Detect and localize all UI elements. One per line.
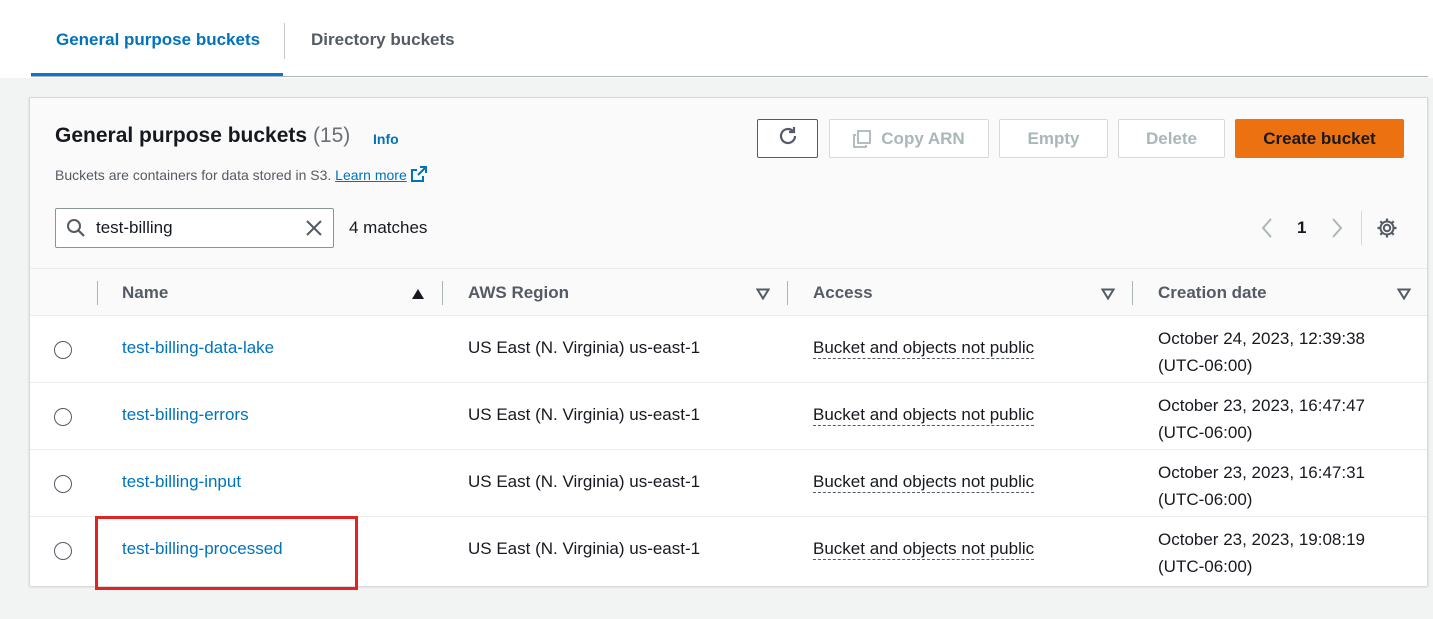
bucket-name-link[interactable]: test-billing-input — [122, 472, 241, 492]
bucket-creation-date: October 24, 2023, 12:39:38 (UTC-06:00) — [1158, 325, 1365, 379]
creation-date-timezone: (UTC-06:00) — [1158, 490, 1253, 509]
delete-button[interactable]: Delete — [1118, 119, 1225, 158]
buckets-table: Name AWS Region Access Creation date tes… — [30, 268, 1427, 586]
refresh-icon — [777, 125, 799, 152]
buckets-panel: General purpose buckets (15) Info Bucket… — [29, 97, 1428, 586]
row-select-radio[interactable] — [54, 408, 72, 426]
table-row[interactable]: test-billing-errors US East (N. Virginia… — [30, 383, 1427, 450]
bucket-name-link[interactable]: test-billing-errors — [122, 405, 249, 425]
table-row[interactable]: test-billing-data-lake US East (N. Virgi… — [30, 316, 1427, 383]
bucket-creation-date: October 23, 2023, 19:08:19 (UTC-06:00) — [1158, 526, 1365, 580]
bucket-access[interactable]: Bucket and objects not public — [813, 472, 1035, 493]
creation-date-timezone: (UTC-06:00) — [1158, 423, 1253, 442]
table-header: Name AWS Region Access Creation date — [30, 268, 1427, 316]
bucket-access[interactable]: Bucket and objects not public — [813, 338, 1035, 359]
tab-general-purpose-buckets[interactable]: General purpose buckets — [56, 30, 260, 50]
gear-icon[interactable] — [1376, 217, 1398, 244]
bucket-creation-date: October 23, 2023, 16:47:31 (UTC-06:00) — [1158, 459, 1365, 513]
bucket-region: US East (N. Virginia) us-east-1 — [468, 472, 701, 491]
previous-page-icon[interactable] — [1260, 217, 1274, 244]
bucket-region: US East (N. Virginia) us-east-1 — [468, 338, 701, 357]
table-row[interactable]: test-billing-input US East (N. Virginia)… — [30, 450, 1427, 517]
bucket-creation-date: October 23, 2023, 16:47:47 (UTC-06:00) — [1158, 392, 1365, 446]
bucket-region: US East (N. Virginia) us-east-1 — [468, 405, 701, 424]
copy-arn-label: Copy ARN — [881, 128, 965, 148]
tab-divider — [284, 23, 285, 59]
search-field[interactable] — [55, 208, 334, 248]
sort-icon[interactable] — [1100, 287, 1116, 305]
column-divider[interactable] — [787, 281, 788, 305]
empty-button[interactable]: Empty — [999, 119, 1108, 158]
copy-icon — [853, 129, 872, 148]
clear-search-icon[interactable] — [305, 219, 323, 242]
column-divider — [97, 281, 98, 305]
tabs-baseline — [31, 76, 1428, 77]
bucket-count: (15) — [312, 124, 351, 147]
creation-date-timezone: (UTC-06:00) — [1158, 356, 1253, 375]
creation-date-timezone: (UTC-06:00) — [1158, 557, 1253, 576]
panel-title-text: General purpose buckets — [55, 124, 308, 147]
copy-arn-button[interactable]: Copy ARN — [829, 119, 989, 158]
sort-icon[interactable] — [1396, 287, 1412, 305]
tab-directory-buckets[interactable]: Directory buckets — [311, 30, 455, 50]
column-header-name[interactable]: Name — [122, 283, 168, 303]
sort-ascending-icon[interactable] — [411, 287, 425, 305]
column-divider[interactable] — [1132, 281, 1133, 305]
column-header-creation-date[interactable]: Creation date — [1158, 283, 1267, 303]
create-bucket-button[interactable]: Create bucket — [1235, 119, 1404, 158]
bucket-access[interactable]: Bucket and objects not public — [813, 539, 1035, 560]
row-select-radio[interactable] — [54, 475, 72, 493]
creation-date-value: October 23, 2023, 19:08:19 — [1158, 530, 1365, 549]
tab-bar: General purpose buckets Directory bucket… — [0, 0, 1433, 78]
bucket-region: US East (N. Virginia) us-east-1 — [468, 539, 701, 558]
current-page-number[interactable]: 1 — [1297, 218, 1306, 238]
external-link-icon[interactable] — [410, 165, 428, 186]
column-divider[interactable] — [442, 281, 443, 305]
panel-title: General purpose buckets (15) — [55, 124, 350, 148]
bucket-access[interactable]: Bucket and objects not public — [813, 405, 1035, 426]
row-select-radio[interactable] — [54, 542, 72, 560]
bucket-name-link[interactable]: test-billing-data-lake — [122, 338, 274, 358]
search-icon — [66, 218, 86, 243]
learn-more-link[interactable]: Learn more — [335, 167, 407, 183]
info-link[interactable]: Info — [373, 131, 399, 147]
row-select-radio[interactable] — [54, 341, 72, 359]
creation-date-value: October 23, 2023, 16:47:31 — [1158, 463, 1365, 482]
column-header-aws-region[interactable]: AWS Region — [468, 283, 569, 303]
creation-date-value: October 24, 2023, 12:39:38 — [1158, 329, 1365, 348]
search-input[interactable] — [96, 209, 296, 247]
description-text: Buckets are containers for data stored i… — [55, 167, 332, 183]
column-header-access[interactable]: Access — [813, 283, 873, 303]
bucket-name-link[interactable]: test-billing-processed — [122, 539, 283, 559]
sort-icon[interactable] — [755, 287, 771, 305]
learn-more-text[interactable]: Learn more — [335, 167, 407, 183]
pagination-divider — [1361, 211, 1362, 245]
search-matches-count: 4 matches — [349, 218, 428, 237]
panel-description: Buckets are containers for data stored i… — [55, 165, 428, 186]
refresh-button[interactable] — [757, 119, 818, 158]
creation-date-value: October 23, 2023, 16:47:47 — [1158, 396, 1365, 415]
table-row[interactable]: test-billing-processed US East (N. Virgi… — [30, 517, 1427, 584]
next-page-icon[interactable] — [1330, 217, 1344, 244]
